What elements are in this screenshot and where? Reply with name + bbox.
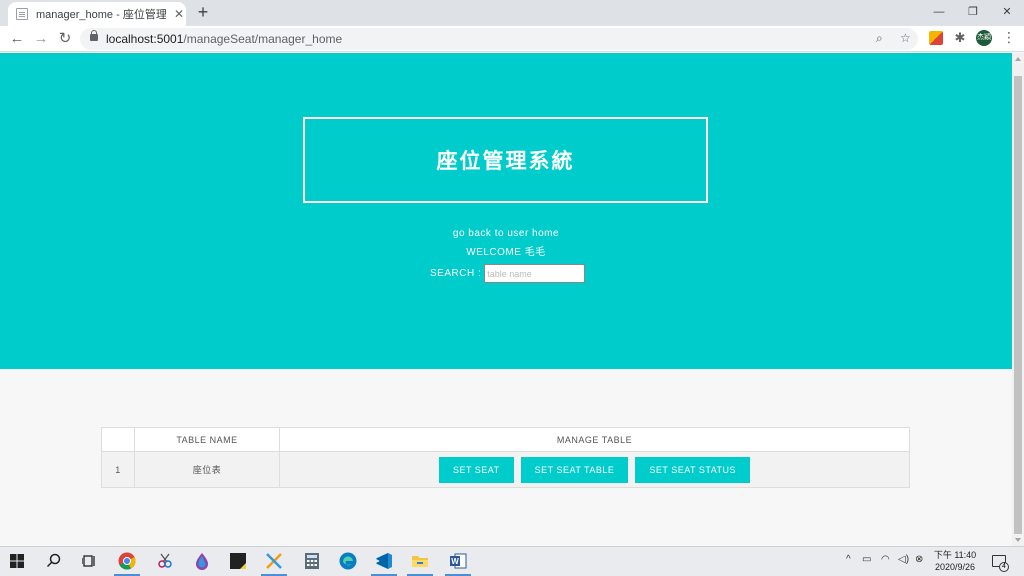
row-table-name: 座位表	[134, 451, 280, 488]
file-explorer-icon[interactable]	[411, 552, 429, 570]
show-hidden-icons-icon[interactable]: ^	[846, 554, 851, 565]
search-icon[interactable]	[46, 553, 62, 569]
network-disconnected-icon[interactable]: ⊗	[915, 554, 923, 565]
forward-arrow-icon[interactable]: →	[32, 30, 50, 48]
browser-tab[interactable]: manager_home - 座位管理系統 ✕	[8, 2, 186, 26]
column-header-manage-table: MANAGE TABLE	[279, 427, 910, 452]
extension-icon[interactable]	[929, 31, 943, 45]
lock-icon	[90, 30, 98, 41]
volume-icon[interactable]: ◁)	[898, 554, 909, 565]
close-window-button[interactable]: ✕	[990, 0, 1024, 24]
windows-taskbar: W ^ ▭ ◠ ◁) ⊗ 下午 11:40 2020/9/26 4	[0, 546, 1024, 576]
calculator-icon[interactable]	[303, 552, 321, 570]
edge-icon[interactable]	[339, 552, 357, 570]
task-view-icon[interactable]	[82, 554, 98, 568]
browser-menu-icon[interactable]: ⋮	[1002, 29, 1016, 46]
clock-time: 下午 11:40	[933, 550, 977, 560]
restore-button[interactable]: ❐	[956, 0, 990, 24]
set-seat-status-button[interactable]: SET SEAT STATUS	[635, 456, 751, 483]
row-actions: SET SEAT SET SEAT TABLE SET SEAT STATUS	[279, 451, 910, 488]
tab-close-icon[interactable]: ✕	[174, 7, 184, 21]
column-header-index	[101, 427, 135, 452]
snip-tool-icon[interactable]	[156, 552, 174, 570]
address-bar[interactable]: localhost:5001/manageSeat/manager_home ⌕…	[80, 28, 918, 50]
tools-icon[interactable]	[265, 552, 283, 570]
back-to-user-home-link[interactable]: go back to user home	[0, 228, 1012, 239]
column-header-table-name: TABLE NAME	[134, 427, 280, 452]
new-tab-button[interactable]: +	[194, 3, 212, 21]
seat-tables-table: TABLE NAME MANAGE TABLE 1 座位表 SET SEAT S…	[101, 427, 910, 488]
svg-text:W: W	[451, 557, 459, 566]
browser-tab-strip: manager_home - 座位管理系統 ✕ + — ❐ ✕	[0, 0, 1024, 26]
title-box: 座位管理系統	[303, 117, 708, 203]
vscode-icon[interactable]	[375, 552, 393, 570]
search-row: SEARCH :	[430, 264, 586, 283]
back-arrow-icon[interactable]: ←	[8, 30, 26, 48]
minimize-button[interactable]: —	[922, 0, 956, 24]
battery-icon[interactable]: ▭	[862, 554, 871, 565]
puzzle-extensions-icon[interactable]: ✱	[953, 31, 967, 45]
scroll-down-arrow-icon[interactable]	[1015, 538, 1021, 542]
search-input[interactable]	[484, 264, 586, 283]
table-header-row: TABLE NAME MANAGE TABLE	[101, 427, 910, 452]
scrollbar-thumb[interactable]	[1014, 76, 1022, 534]
table-row: 1 座位表 SET SEAT SET SEAT TABLE SET SEAT S…	[101, 451, 910, 488]
paint-3d-icon[interactable]	[193, 552, 211, 570]
page-title: 座位管理系統	[436, 150, 575, 173]
set-seat-table-button[interactable]: SET SEAT TABLE	[520, 456, 629, 483]
bookmark-star-icon[interactable]: ☆	[900, 31, 911, 45]
tab-title: manager_home - 座位管理系統	[36, 9, 166, 21]
page-content: 座位管理系統 go back to user home WELCOME 毛毛 S…	[0, 53, 1012, 546]
reload-icon[interactable]: ↻	[56, 30, 74, 48]
page-scrollbar[interactable]	[1012, 53, 1024, 546]
set-seat-button[interactable]: SET SEAT	[438, 456, 514, 483]
zoom-icon[interactable]: ⌕	[876, 31, 883, 46]
row-index: 1	[101, 451, 135, 488]
welcome-text: WELCOME 毛毛	[466, 247, 546, 258]
chrome-icon[interactable]	[118, 552, 136, 570]
sticky-notes-icon[interactable]	[229, 552, 247, 570]
header-banner: 座位管理系統 go back to user home WELCOME 毛毛 S…	[0, 53, 1012, 369]
scroll-up-arrow-icon[interactable]	[1015, 57, 1021, 61]
profile-avatar[interactable]: 杰穎	[976, 30, 992, 46]
system-clock[interactable]: 下午 11:40 2020/9/26	[930, 549, 980, 573]
window-controls: — ❐ ✕	[922, 0, 1024, 24]
page-favicon-icon	[16, 8, 28, 20]
notification-count-badge: 4	[999, 562, 1009, 572]
search-label: SEARCH :	[430, 268, 482, 279]
word-icon[interactable]: W	[449, 552, 467, 570]
windows-start-icon[interactable]	[10, 554, 24, 568]
url-text[interactable]: localhost:5001/manageSeat/manager_home	[106, 32, 342, 46]
clock-date: 2020/9/26	[934, 562, 976, 572]
browser-toolbar: ← → ↻ localhost:5001/manageSeat/manager_…	[0, 26, 1024, 52]
wifi-icon[interactable]: ◠	[881, 554, 890, 565]
